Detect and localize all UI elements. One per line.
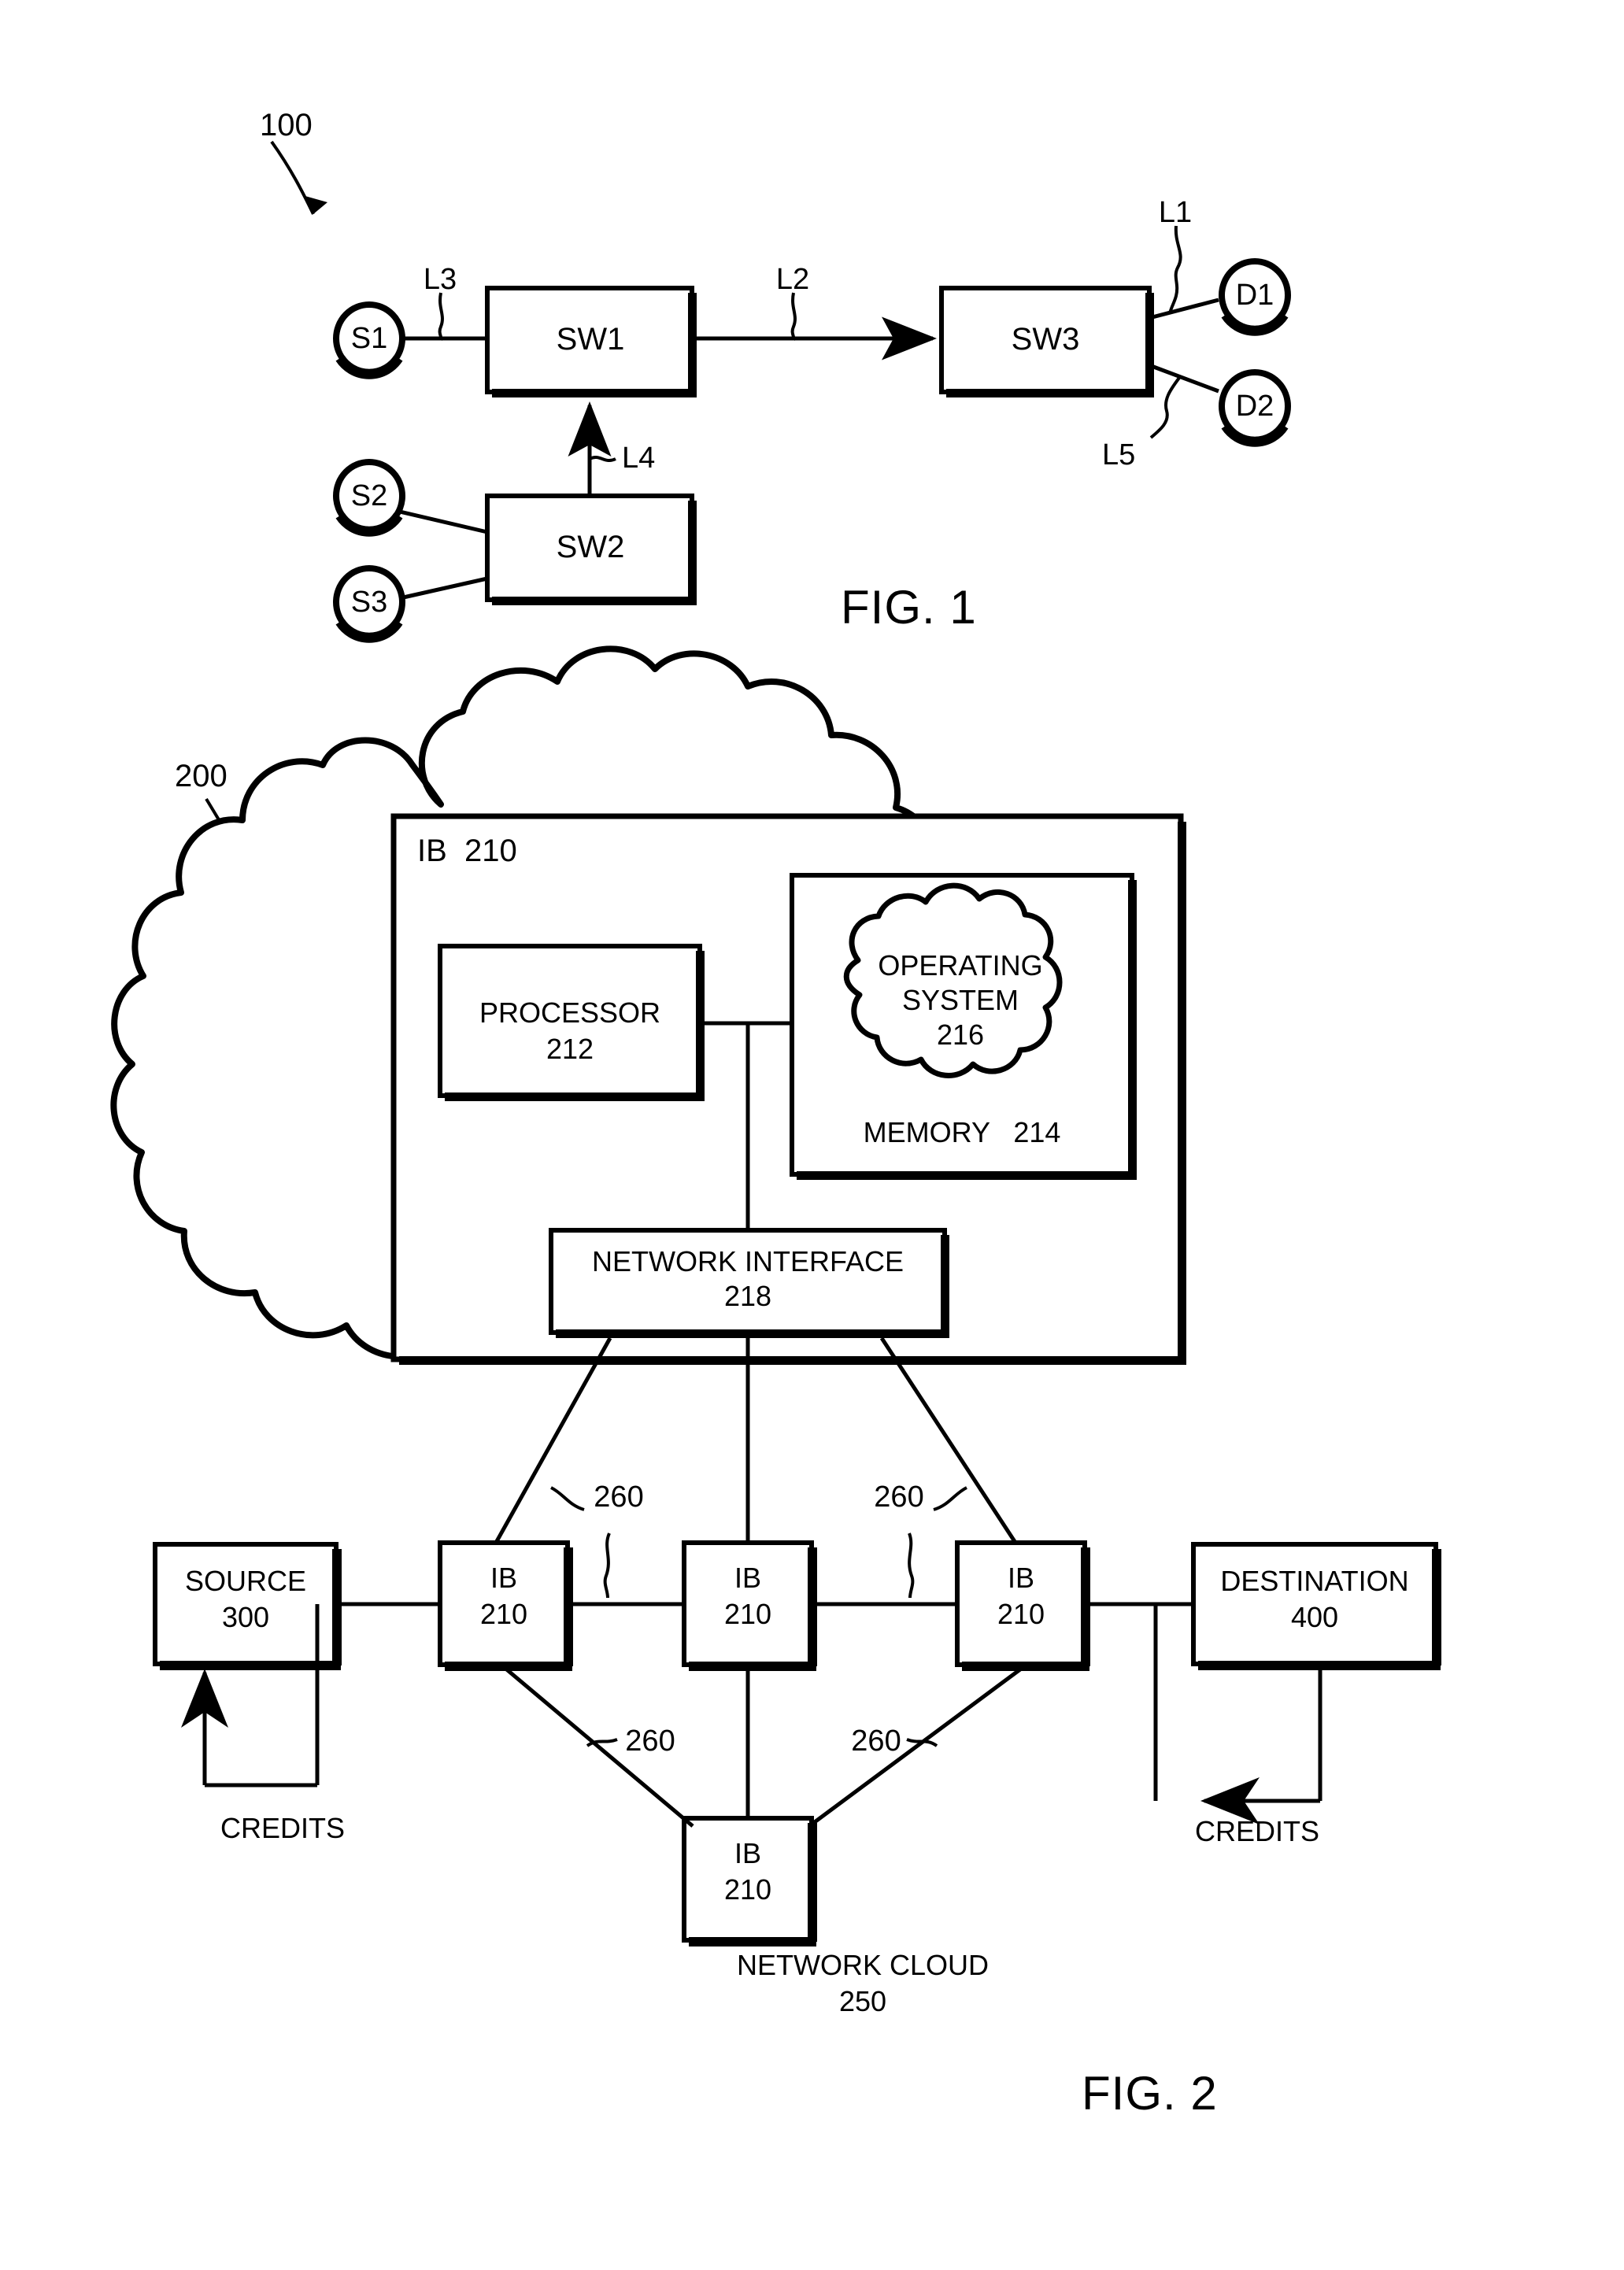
patent-drawing-sheet: 100 S1 S2 S3 D1 D2 SW1 SW2 SW3 L1 L2 L3 … [0,0,1624,2270]
ib-node-left-label-line1: IB [490,1562,518,1594]
link-ref-260-lower-left: 260 [625,1725,675,1758]
link-l2-label: L2 [775,263,810,296]
fig1-ref-leader [270,140,327,215]
fig2-caption: FIG. 2 [1082,2067,1218,2120]
fig1-reference-numeral: 100 [260,108,313,142]
destination-node-d1-label: D1 [1235,279,1274,312]
link-l4-label: L4 [622,442,656,475]
fig2-reference-numeral: 200 [175,759,228,793]
source-box-label-line1: SOURCE [184,1565,307,1597]
credits-label-left: CREDITS [220,1812,346,1844]
switch-sw3-label: SW3 [1011,322,1080,357]
source-node-s3-label: S3 [350,586,388,619]
link-ref-260-lower-right: 260 [851,1725,901,1758]
ib-node-right-label-line1: IB [1007,1562,1035,1594]
link-l5-label: L5 [1102,438,1136,471]
ib-node-right-label-line2: 210 [997,1598,1045,1630]
operating-system-label-line1: OPERATING [878,949,1043,982]
ib-node-bottom-label-line2: 210 [723,1873,772,1906]
network-interface-label-line1: NETWORK INTERFACE [591,1245,904,1277]
ib-node-bottom-label-line1: IB [734,1837,762,1869]
ib-node-left-label-line2: 210 [479,1598,528,1630]
destination-box-label-line1: DESTINATION [1220,1565,1409,1597]
switch-sw1-label: SW1 [556,322,625,357]
link-ref-260-upper-left: 260 [594,1481,644,1514]
drawing-vector-layer [110,140,1441,1947]
network-cloud-label-line1: NETWORK CLOUD [736,1949,990,1981]
fig1-caption: FIG. 1 [841,581,977,634]
ib-detail-box-label: IB 210 [417,834,517,868]
link-ref-260-upper-right: 260 [874,1481,924,1514]
network-interface-label-line2: 218 [723,1280,772,1312]
link-l3-label: L3 [423,263,457,296]
processor-box-label-line2: 212 [546,1033,594,1065]
source-box-label-line2: 300 [221,1601,270,1633]
switch-sw2-label: SW2 [556,530,625,564]
source-node-s2-label: S2 [350,479,388,512]
network-cloud-label-line2: 250 [838,1985,887,2017]
destination-node-d2-label: D2 [1235,390,1274,423]
memory-box-label: MEMORY 214 [863,1116,1061,1148]
source-node-s1-label: S1 [350,322,388,355]
link-l1-label: L1 [1158,196,1193,229]
ib-node-center-label-line2: 210 [723,1598,772,1630]
credits-label-right: CREDITS [1195,1815,1320,1847]
operating-system-label-line3: 216 [936,1019,985,1051]
ib-bottom-links [502,1665,1025,1828]
operating-system-label-line2: SYSTEM [901,984,1019,1016]
ib-node-center-label-line1: IB [734,1562,762,1594]
destination-box-label-line2: 400 [1290,1601,1339,1633]
processor-box-label-line1: PROCESSOR [479,996,661,1029]
